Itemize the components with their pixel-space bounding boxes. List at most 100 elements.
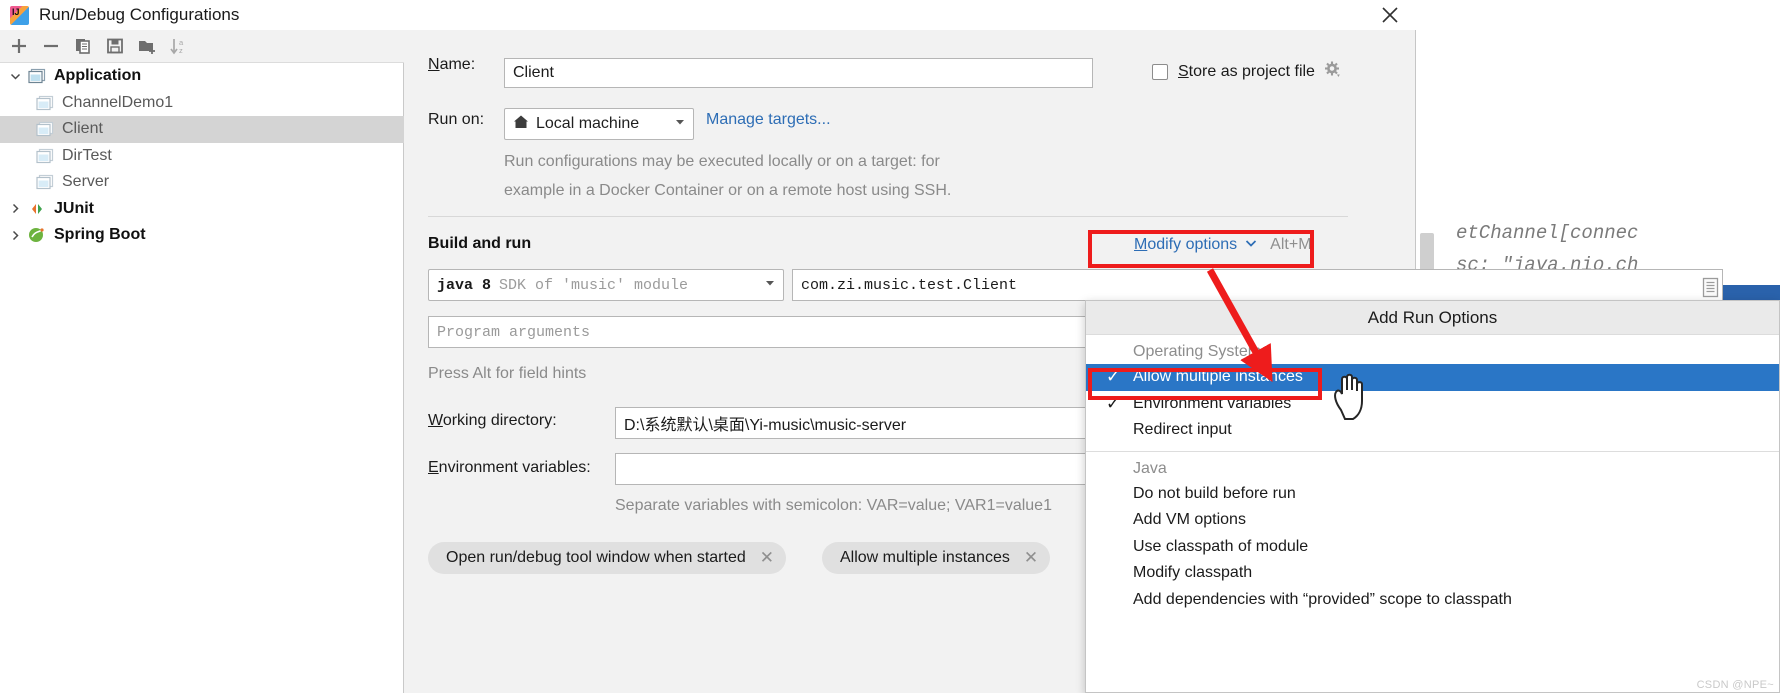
tree-node-label: Application <box>54 67 142 85</box>
environment-variables-row: Environment variables: <box>428 459 591 477</box>
junit-icon <box>26 199 48 219</box>
store-as-project-file-checkbox[interactable] <box>1152 63 1168 80</box>
application-icon <box>34 93 56 113</box>
jre-select[interactable]: java 8 SDK of 'music' module <box>428 269 784 301</box>
name-row: Name: <box>428 56 475 74</box>
tree-node-server[interactable]: Server <box>0 169 404 196</box>
copy-configuration-button[interactable] <box>68 32 98 60</box>
run-on-description-line2: example in a Docker Container or on a re… <box>504 182 952 199</box>
chevron-right-icon[interactable] <box>4 202 26 215</box>
svg-text:z: z <box>179 46 183 55</box>
tree-node-label: JUnit <box>54 199 94 217</box>
dialog-titlebar: Run/Debug Configurations <box>0 0 1416 30</box>
check-icon: ✓ <box>1106 367 1121 387</box>
editor-code-line: etChannel[connec <box>1456 222 1639 244</box>
minus-icon <box>44 44 58 48</box>
remove-configuration-button[interactable] <box>36 32 66 60</box>
working-directory-label: Working directory: <box>428 412 557 429</box>
tree-node-label: ChannelDemo1 <box>62 93 174 111</box>
tree-node-spring-boot[interactable]: Spring Boot <box>0 222 404 249</box>
menu-group-label-java: Java <box>1133 459 1167 477</box>
close-button[interactable] <box>1364 0 1416 30</box>
menu-item-label: Add dependencies with “provided” scope t… <box>1133 590 1512 608</box>
manage-targets-link[interactable]: Manage targets... <box>706 111 831 129</box>
copy-icon <box>76 39 90 54</box>
menu-item-modify-classpath[interactable]: Modify classpath <box>1086 560 1779 587</box>
main-class-input[interactable]: com.zi.music.test.Client <box>792 269 1723 301</box>
save-configuration-button[interactable] <box>100 32 130 60</box>
tree-node-label: DirTest <box>62 146 112 164</box>
modify-options-label-rest: odify options <box>1147 236 1238 253</box>
application-icon <box>34 119 56 139</box>
chevron-down-icon[interactable] <box>4 70 26 83</box>
option-chip-open-run-debug-tool-window[interactable]: Open run/debug tool window when started … <box>428 542 786 574</box>
configurations-toolbar: a z <box>0 30 404 63</box>
application-icon <box>34 146 56 166</box>
run-on-row: Run on: <box>428 111 484 129</box>
tree-node-channeldemo1[interactable]: ChannelDemo1 <box>0 90 404 117</box>
screenshot-root: etChannel[connec sc: "java.nio.ch Run/De… <box>0 0 1780 693</box>
chevron-down-icon <box>763 276 777 295</box>
menu-item-do-not-build-before-run[interactable]: Do not build before run <box>1086 481 1779 508</box>
menu-item-label: Environment variables <box>1133 394 1292 412</box>
tree-node-application[interactable]: Application <box>0 63 404 90</box>
build-and-run-title: Build and run <box>428 235 532 252</box>
run-on-label: Run on: <box>428 111 485 128</box>
spring-boot-icon <box>26 225 48 245</box>
class-browse-icon[interactable] <box>1698 273 1722 301</box>
home-icon <box>513 114 529 135</box>
watermark: CSDN @NPE~ <box>1696 679 1774 691</box>
menu-item-label: Use classpath of module <box>1133 537 1309 555</box>
chevron-right-icon[interactable] <box>4 229 26 242</box>
configurations-panel: a z Application ChannelDemo1 Client DirT… <box>0 30 404 693</box>
menu-item-redirect-input[interactable]: Redirect input <box>1086 417 1779 444</box>
menu-item-environment-variables[interactable]: ✓ Environment variables <box>1086 391 1779 418</box>
run-on-select[interactable]: Local machine <box>504 108 694 140</box>
name-label: Name: <box>428 56 476 73</box>
option-chip-label: Open run/debug tool window when started <box>446 549 746 566</box>
folder-add-icon <box>139 41 155 54</box>
move-into-folder-button[interactable] <box>132 32 162 60</box>
sort-configurations-button[interactable]: a z <box>164 32 194 60</box>
menu-item-label: Redirect input <box>1133 421 1232 439</box>
add-configuration-button[interactable] <box>4 32 34 60</box>
section-divider <box>428 216 1348 217</box>
sort-alpha-icon: a z <box>170 38 184 55</box>
environment-variables-label: Environment variables: <box>428 459 591 476</box>
tree-node-junit[interactable]: JUnit <box>0 196 404 223</box>
environment-variables-hint: Separate variables with semicolon: VAR=v… <box>615 497 1052 514</box>
tree-node-client[interactable]: Client <box>0 116 404 143</box>
jre-description: SDK of 'music' module <box>499 276 689 294</box>
check-icon: ✓ <box>1106 393 1121 413</box>
option-chip-allow-multiple-instances[interactable]: Allow multiple instances ✕ <box>822 542 1051 574</box>
option-chip-label: Allow multiple instances <box>840 549 1010 566</box>
configurations-tree: Application ChannelDemo1 Client DirTest … <box>0 63 404 249</box>
tree-node-label: Spring Boot <box>54 226 146 244</box>
modify-options-button[interactable]: Modify options <box>1134 236 1237 254</box>
add-run-options-popup: Add Run Options Operating System ✓ Allow… <box>1085 300 1780 693</box>
menu-item-label: Do not build before run <box>1133 484 1296 502</box>
run-on-value: Local machine <box>536 115 640 132</box>
popup-title: Add Run Options <box>1086 301 1779 335</box>
menu-group-label-operating-system: Operating System <box>1133 343 1262 360</box>
menu-item-add-dependencies-provided-scope[interactable]: Add dependencies with “provided” scope t… <box>1086 587 1779 614</box>
tree-node-label: Server <box>62 173 110 191</box>
menu-item-add-vm-options[interactable]: Add VM options <box>1086 507 1779 534</box>
name-input[interactable]: Client <box>504 58 1093 88</box>
close-icon <box>1382 7 1398 23</box>
close-icon[interactable]: ✕ <box>760 548 774 568</box>
menu-item-label: Add VM options <box>1133 511 1246 529</box>
intellij-idea-icon <box>10 5 29 25</box>
working-directory-row: Working directory: <box>428 412 557 430</box>
save-icon <box>107 38 123 54</box>
jre-version: java 8 <box>437 276 492 294</box>
tree-node-dirtest[interactable]: DirTest <box>0 143 404 170</box>
chevron-down-icon <box>673 115 687 134</box>
menu-item-use-classpath-of-module[interactable]: Use classpath of module <box>1086 534 1779 561</box>
plus-icon <box>12 39 26 53</box>
menu-item-allow-multiple-instances[interactable]: ✓ Allow multiple instances <box>1086 364 1779 391</box>
close-icon[interactable]: ✕ <box>1024 548 1038 568</box>
chevron-down-icon[interactable] <box>1244 236 1258 254</box>
gear-icon[interactable] <box>1323 60 1342 83</box>
store-as-project-file-row: Store as project file <box>1152 60 1342 83</box>
